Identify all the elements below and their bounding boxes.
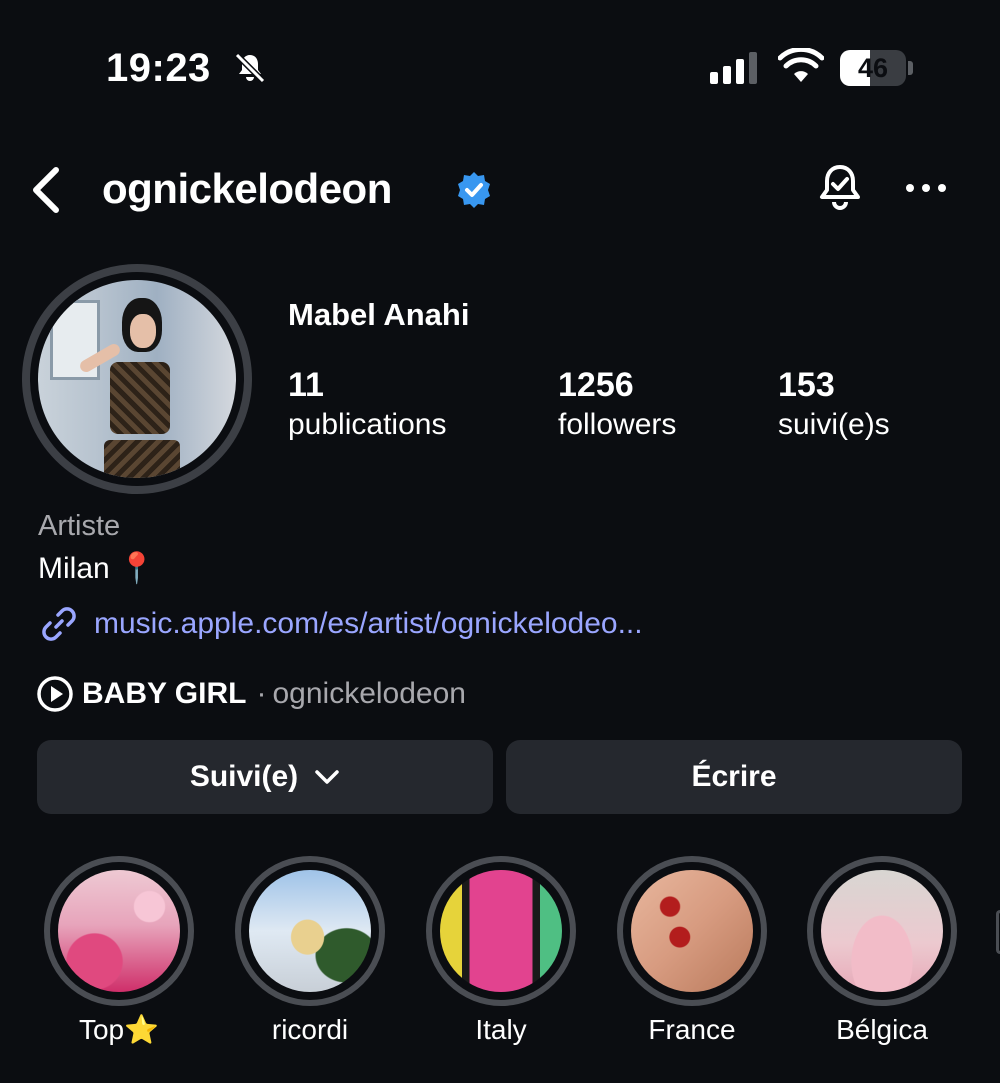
- highlight-cover: [440, 870, 562, 992]
- profile-link-text[interactable]: music.apple.com/es/artist/ognickelodeo..…: [94, 604, 643, 644]
- highlight-top[interactable]: Top⭐: [44, 856, 194, 1045]
- song-artist: ognickelodeon: [272, 677, 466, 710]
- posts-stat[interactable]: 11 publications: [288, 364, 446, 444]
- following-button[interactable]: Suivi(e): [37, 740, 493, 814]
- highlight-cover: [821, 870, 943, 992]
- wifi-icon: [778, 48, 824, 82]
- highlight-italy[interactable]: Italy: [426, 856, 576, 1045]
- highlight-label: France: [648, 1014, 736, 1045]
- profile-category: Artiste: [38, 510, 121, 542]
- highlight-label: Italy: [475, 1014, 527, 1045]
- highlight-ricordi[interactable]: ricordi: [235, 856, 385, 1045]
- followers-label: followers: [558, 408, 677, 441]
- profile-username: ognickelodeon: [102, 165, 392, 212]
- song-title: BABY GIRL: [82, 677, 247, 710]
- profile-music[interactable]: BABY GIRL · ognickelodeon: [36, 672, 466, 716]
- more-options-icon[interactable]: [902, 172, 950, 204]
- highlight-next-peek: [996, 910, 1000, 954]
- posts-count: 11: [288, 366, 324, 404]
- highlight-cover: [58, 870, 180, 992]
- following-label: suivi(e)s: [778, 408, 890, 441]
- back-button[interactable]: [26, 164, 66, 216]
- message-button[interactable]: Écrire: [506, 740, 962, 814]
- cellular-signal-icon: [710, 52, 757, 84]
- highlight-belgica[interactable]: Bélgica: [807, 856, 957, 1045]
- profile-display-name: Mabel Anahi: [288, 297, 470, 332]
- profile-link[interactable]: music.apple.com/es/artist/ognickelodeo..…: [38, 602, 643, 646]
- profile-avatar[interactable]: [22, 264, 252, 494]
- posts-label: publications: [288, 408, 447, 441]
- highlight-france[interactable]: France: [617, 856, 767, 1045]
- message-button-label: Écrire: [691, 760, 777, 793]
- highlight-cover: [249, 870, 371, 992]
- following-count: 153: [778, 366, 835, 404]
- notifications-bell-icon[interactable]: [812, 160, 868, 216]
- chevron-down-icon: [315, 770, 339, 784]
- silent-bell-icon: [234, 52, 266, 84]
- highlight-label: Top⭐: [78, 1014, 159, 1045]
- battery-percent: 46: [857, 53, 889, 83]
- following-stat[interactable]: 153 suivi(e)s: [778, 364, 890, 444]
- link-icon: [42, 607, 76, 641]
- profile-location: Milan 📍: [38, 552, 156, 585]
- verified-badge-icon: [458, 172, 490, 208]
- highlight-cover: [631, 870, 753, 992]
- highlight-label: Bélgica: [836, 1014, 928, 1045]
- song-separator: ·: [256, 677, 267, 710]
- play-circle-icon: [37, 676, 73, 712]
- status-time: 19:23: [106, 46, 211, 90]
- battery-indicator: 46: [840, 50, 914, 86]
- following-button-label: Suivi(e): [189, 760, 299, 793]
- highlight-label: ricordi: [271, 1014, 349, 1045]
- followers-count: 1256: [558, 366, 634, 404]
- followers-stat[interactable]: 1256 followers: [558, 364, 676, 444]
